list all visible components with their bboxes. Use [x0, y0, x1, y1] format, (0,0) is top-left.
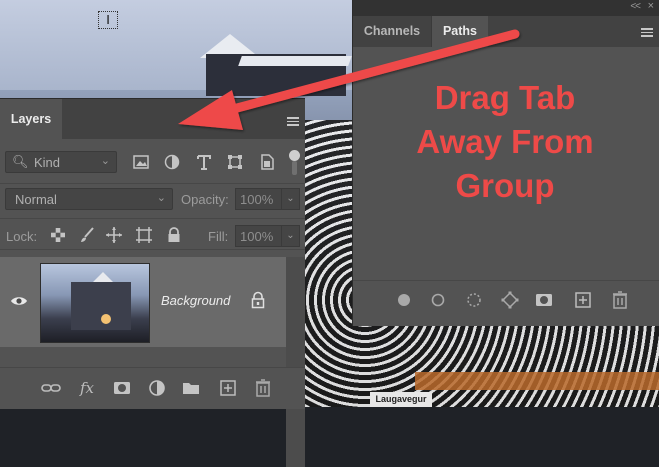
annotation-arrow-icon — [178, 29, 520, 130]
